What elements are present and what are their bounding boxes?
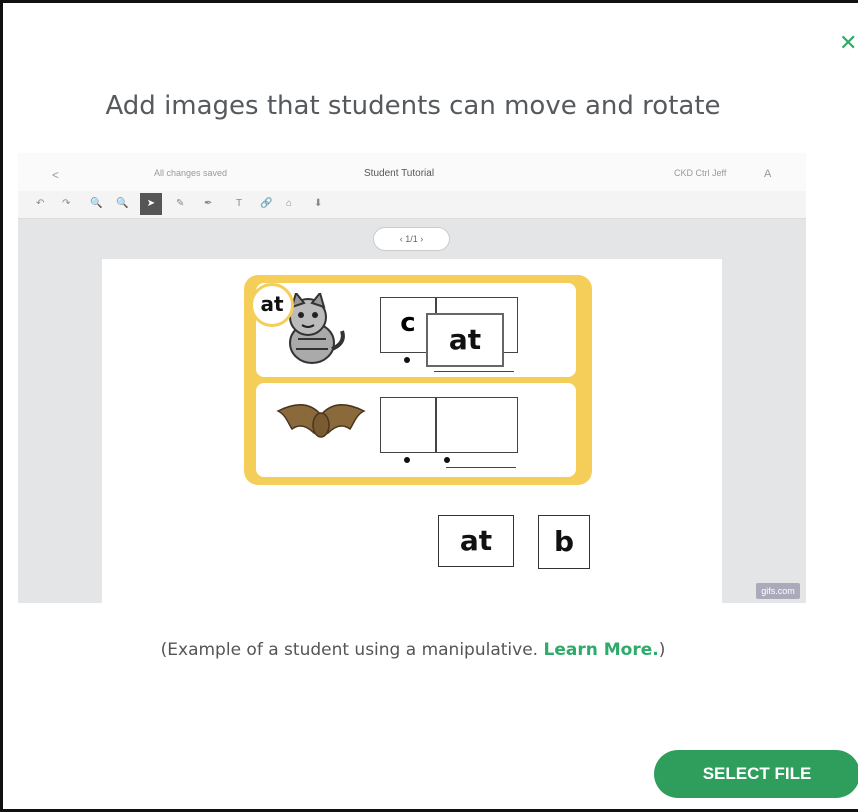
zoom-in-icon: 🔍 (90, 198, 103, 209)
watermark: gifs.com (756, 583, 800, 599)
example-preview: < All changes saved Student Tutorial CKD… (18, 153, 806, 603)
underline (434, 371, 514, 372)
caption-text: (Example of a student using a manipulati… (160, 640, 544, 660)
word-panel-bat (256, 383, 576, 477)
worksheet-card: c at at (244, 275, 592, 485)
top-right-text: CKD Ctrl Jeff (674, 168, 727, 178)
pen-icon: ✎ (176, 198, 185, 209)
caption-end: ) (658, 640, 666, 660)
marker-icon: ✒ (204, 198, 213, 209)
undo-icon: ↶ (36, 198, 45, 209)
worksheet-page: c at at at b (102, 259, 722, 603)
tile-b: b (538, 515, 590, 569)
letter-box-empty (436, 397, 518, 453)
learn-more-link[interactable]: Learn More. (543, 640, 658, 660)
select-tool-icon: ➤ (140, 193, 162, 215)
back-icon: < (52, 168, 60, 182)
text-tool-icon: T (236, 198, 243, 209)
redo-icon: ↷ (62, 198, 71, 209)
close-icon[interactable]: ✕ (839, 33, 857, 55)
download-icon: ⬇ (314, 198, 323, 209)
dot (444, 457, 450, 463)
dot (404, 357, 410, 363)
shape-icon: ⌂ (286, 198, 293, 209)
dot (404, 457, 410, 463)
bat-image (276, 404, 366, 438)
preview-toolbar: ↶ ↷ 🔍 🔍 ➤ ✎ ✒ T 🔗 ⌂ ⬇ (18, 191, 806, 219)
save-status: All changes saved (154, 168, 228, 178)
underline (446, 467, 516, 468)
modal-heading: Add images that students can move and ro… (105, 91, 721, 121)
document-title: Student Tutorial (364, 168, 435, 179)
zoom-out-icon: 🔍 (116, 198, 129, 209)
select-file-button[interactable]: SELECT FILE (654, 750, 858, 798)
link-icon: 🔗 (260, 198, 273, 209)
account-icon: A (764, 168, 772, 180)
letter-box-empty (380, 397, 436, 453)
dragged-tile-at: at (426, 313, 504, 367)
tile-at: at (438, 515, 514, 567)
preview-topbar: < All changes saved Student Tutorial CKD… (18, 153, 806, 191)
page-navigator: ‹ 1/1 › (373, 227, 450, 251)
caption: (Example of a student using a manipulati… (3, 640, 823, 660)
word-badge: at (250, 283, 294, 327)
modal-dialog: ✕ Add images that students can move and … (0, 0, 858, 812)
word-panel-cat: c at (256, 283, 576, 377)
